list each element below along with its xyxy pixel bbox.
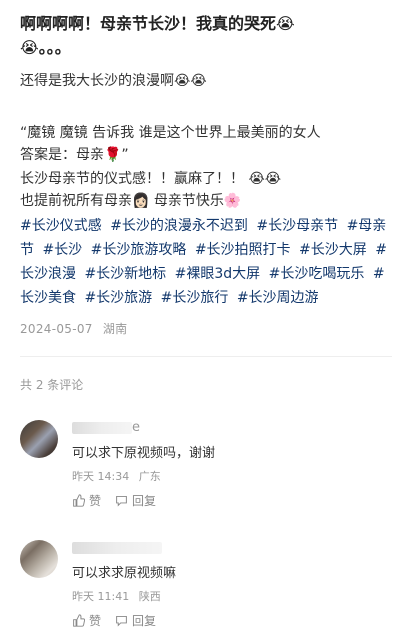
post-title: 啊啊啊啊！母亲节长沙！我真的哭死😭 😭。。。: [20, 12, 392, 60]
like-button[interactable]: 赞: [72, 612, 101, 629]
avatar[interactable]: [20, 540, 58, 578]
comment-location: 陕西: [138, 590, 161, 603]
avatar[interactable]: [20, 420, 58, 458]
post-body-line-4: 长沙母亲节的仪式感！！赢麻了！！ 😭😭: [20, 171, 282, 187]
like-label: 赞: [89, 614, 102, 628]
comment-actions: 赞 回复: [72, 492, 170, 509]
comment-actions: 赞 回复: [72, 612, 170, 629]
hashtag[interactable]: #长沙周边游: [237, 290, 319, 306]
blurred-username: [72, 421, 132, 434]
post-title-line-1: 啊啊啊啊！母亲节长沙！我真的哭死😭: [20, 14, 295, 33]
hashtag[interactable]: #长沙大屏: [299, 242, 367, 258]
hashtag[interactable]: #裸眼3d大屏: [175, 266, 261, 282]
reply-button[interactable]: 回复: [115, 492, 156, 509]
comment-meta: 昨天 14:34 广东: [72, 468, 167, 484]
like-label: 赞: [89, 494, 102, 508]
reply-icon: [116, 615, 127, 627]
comment-text: 可以求求原视频嘛: [72, 566, 177, 581]
comment-item: 可以求求原视频嘛 昨天 11:41 陕西 赞 回复: [20, 538, 392, 633]
comment-text: 可以求下原视频吗，谢谢: [72, 446, 216, 461]
hashtag[interactable]: #长沙旅游攻略: [91, 242, 187, 258]
thumbs-up-icon: [73, 614, 85, 627]
comment-username[interactable]: [72, 540, 162, 555]
post-date: 2024-05-07: [20, 322, 93, 336]
comment-location: 广东: [138, 470, 161, 483]
comment-meta: 昨天 11:41 陕西: [72, 588, 167, 604]
hashtag[interactable]: #长沙新地标: [84, 266, 166, 282]
reply-icon: [116, 495, 127, 507]
comment-item: e 可以求下原视频吗，谢谢 昨天 14:34 广东 赞 回复: [20, 420, 392, 510]
reply-button[interactable]: 回复: [115, 612, 156, 629]
hashtag[interactable]: #长沙母亲节: [256, 218, 338, 234]
comment-username[interactable]: e: [72, 420, 140, 435]
hashtag[interactable]: #长沙吃喝玩乐: [269, 266, 365, 282]
comment-count: 共 2 条评论: [20, 378, 84, 392]
thumbs-up-icon: [73, 494, 85, 507]
post-meta: 2024-05-07 湖南: [20, 320, 133, 337]
post-body-line-2: “魔镜 魔镜 告诉我 谁是这个世界上最美丽的女人: [20, 125, 321, 141]
post-body-line-5: 也提前祝所有母亲👩🏻 母亲节快乐🌸: [20, 193, 242, 209]
comment-time: 昨天 14:34: [72, 470, 130, 483]
divider: [20, 356, 392, 357]
hashtag[interactable]: #长沙旅行: [161, 290, 229, 306]
post-title-line-2: 😭。。。: [20, 38, 71, 57]
blurred-username: [72, 541, 162, 554]
like-button[interactable]: 赞: [72, 492, 101, 509]
hashtag[interactable]: #长沙: [42, 242, 82, 258]
reply-label: 回复: [132, 614, 157, 628]
hashtag[interactable]: #长沙仪式感: [20, 218, 102, 234]
comment-time: 昨天 11:41: [72, 590, 130, 603]
hashtag[interactable]: #长沙拍照打卡: [195, 242, 291, 258]
hashtag[interactable]: #长沙旅游: [84, 290, 152, 306]
post-body-line-1: 还得是我大长沙的浪漫啊😭😭: [20, 73, 207, 89]
hashtag-list: #长沙仪式感 #长沙的浪漫永不迟到 #长沙母亲节 #母亲节 #长沙 #长沙旅游攻…: [20, 214, 392, 310]
hashtag[interactable]: #长沙的浪漫永不迟到: [110, 218, 248, 234]
post-location: 湖南: [102, 322, 128, 336]
reply-label: 回复: [132, 494, 157, 508]
post-body-line-3: 答案是：母亲🌹”: [20, 147, 129, 163]
